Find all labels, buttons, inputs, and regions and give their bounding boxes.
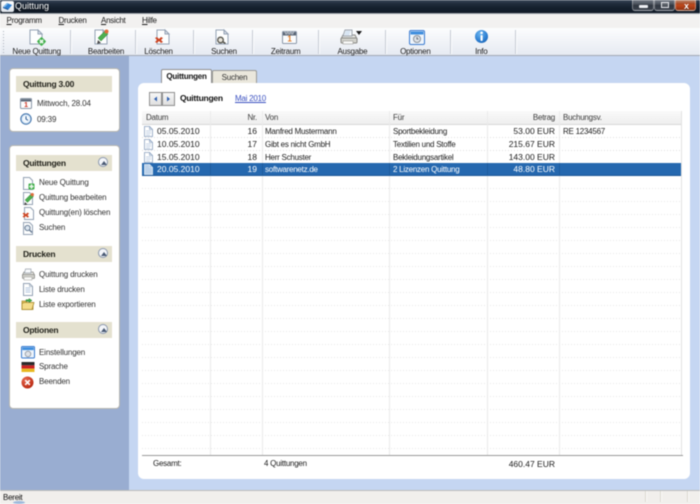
svg-text:1: 1 xyxy=(24,102,28,109)
